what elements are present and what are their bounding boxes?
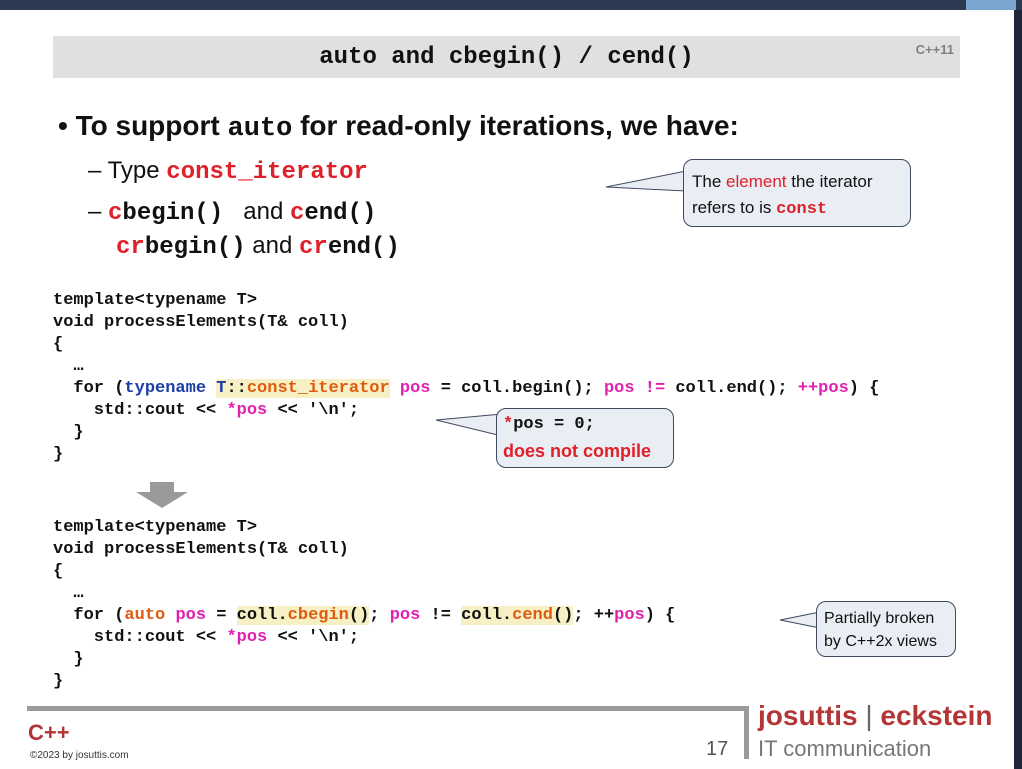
code-line: { [53,562,64,581]
code-line: template<typename T> [53,291,258,310]
slide-title: auto and cbegin() / cend() [319,44,694,71]
callout-pointer [605,170,687,192]
title-band: auto and cbegin() / cend() C++11 [53,36,960,78]
version-badge: C++11 [915,42,954,57]
code-line: for (typename T::const_iterator pos = co… [53,379,880,398]
code-line: for (auto pos = coll.cbegin(); pos != co… [53,606,676,625]
footer-cpp-logo: C++ [28,720,70,745]
sub-bullet-crbegin: crbegin() and crend() [116,232,400,261]
callout-partially-broken: Partially broken by C++2x views [816,601,956,657]
footer-divider-vertical [744,706,749,759]
callout-element-const: The element the iterator refers to is co… [683,159,911,227]
code-block-auto-cbegin: template<typename T> void processElement… [53,517,675,693]
top-bar [0,0,1022,10]
code-line: void processElements(T& coll) [53,313,349,332]
sub-bullet-cbegin: – cbegin() and cend() [88,198,377,227]
code-line: void processElements(T& coll) [53,540,349,559]
callout-pointer [435,413,503,437]
code-line: } [53,672,64,691]
top-bar-accent [966,0,1016,10]
brand-name: josuttis | eckstein [758,700,993,731]
code-line: std::cout << *pos << '\n'; [53,628,360,647]
right-edge-bar [1014,10,1022,769]
code-line: … [53,357,84,376]
sub-bullet-type: – Type const_iterator [88,157,368,186]
brand-subtitle: IT communication [758,736,932,761]
footer-copyright: ©2023 by josuttis.com [30,750,129,761]
main-bullet: • To support auto for read-only iteratio… [58,110,739,144]
code-line: } [53,650,84,669]
code-line: … [53,584,84,603]
code-line: } [53,445,64,464]
page-number: 17 [706,738,729,760]
down-arrow-icon [136,482,188,508]
callout-does-not-compile: *pos = 0; does not compile [496,408,674,468]
slide: auto and cbegin() / cend() C++11 • To su… [0,10,1014,769]
code-line: { [53,335,64,354]
footer-divider [27,706,749,711]
code-line: template<typename T> [53,518,258,537]
